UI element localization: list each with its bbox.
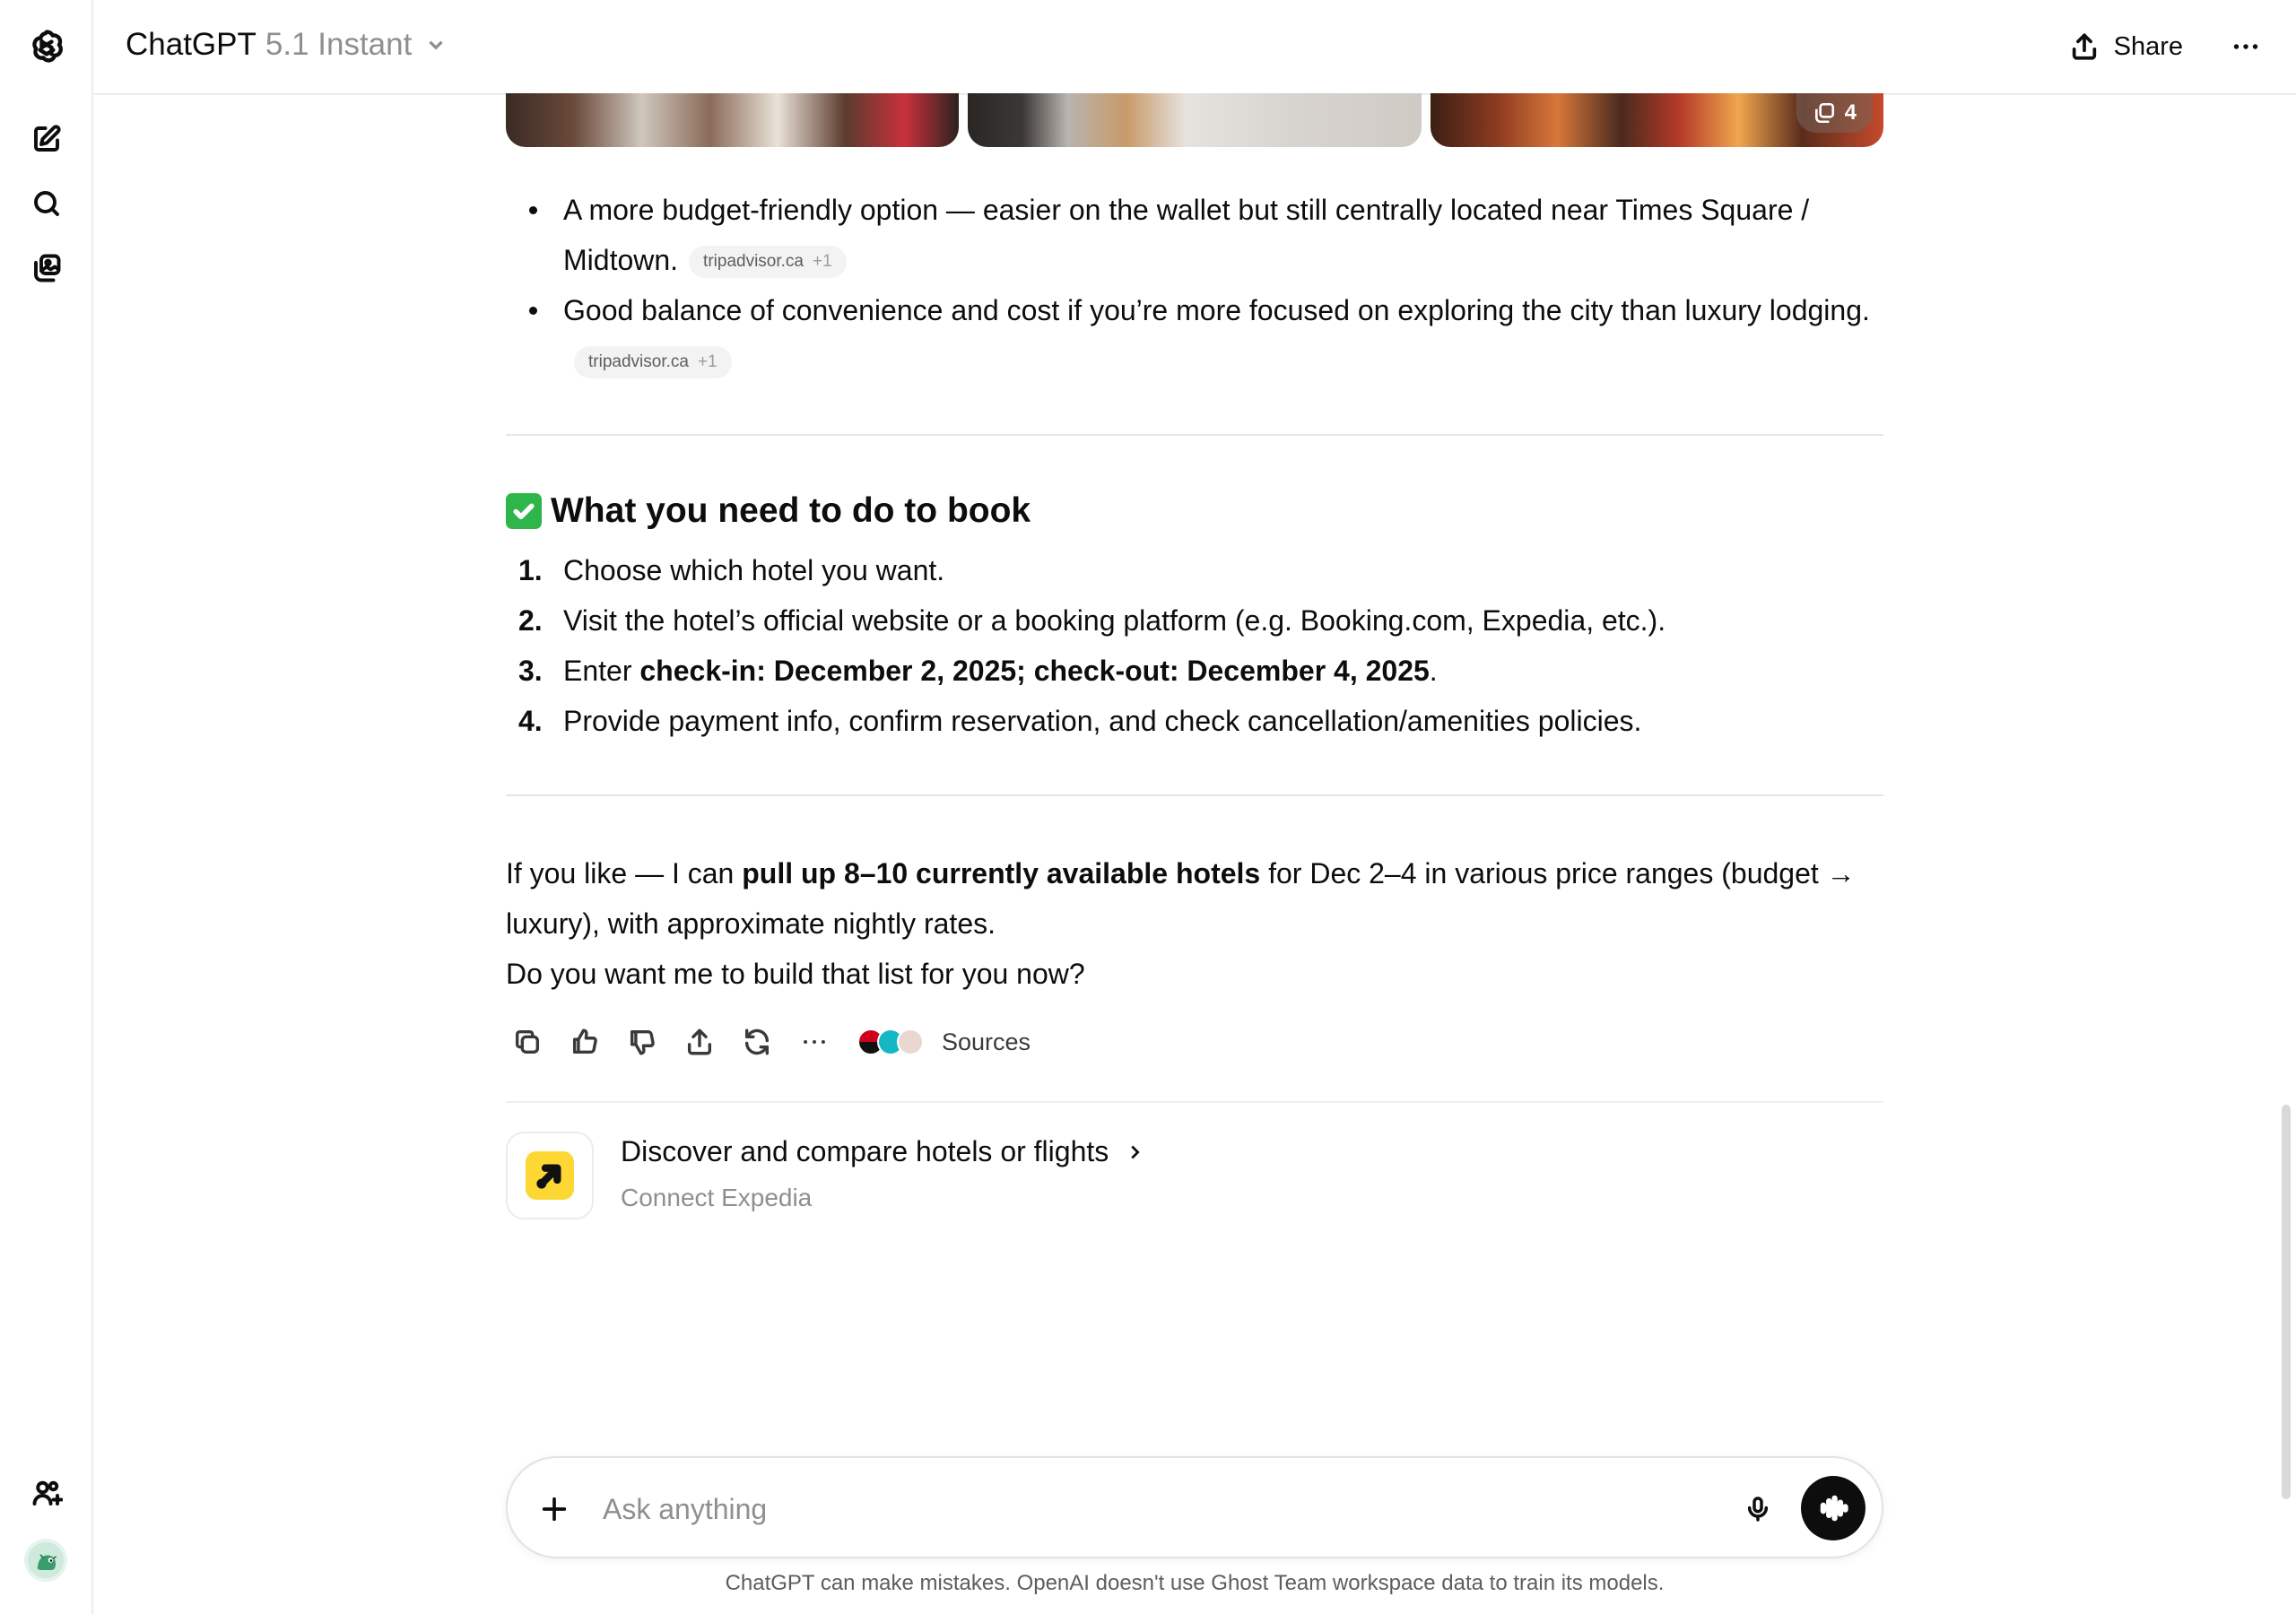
images-library-icon[interactable]: [28, 249, 65, 287]
source-favicon: [897, 1028, 924, 1055]
list-item: 3. Enter check-in: December 2, 2025; che…: [506, 646, 1883, 696]
thumbs-up-icon: [572, 1028, 597, 1054]
more-horizontal-icon: [2233, 44, 2258, 49]
more-images-badge[interactable]: 4: [1796, 93, 1873, 133]
openai-logo-icon[interactable]: [26, 27, 67, 68]
expedia-logo-icon: [506, 1132, 594, 1219]
card-subtitle: Connect Expedia: [621, 1184, 813, 1211]
booking-steps-list: 1. Choose which hotel you want. 2. Visit…: [506, 545, 1883, 746]
top-header: ChatGPT 5.1 Instant Share: [93, 0, 2296, 95]
voice-waveform-icon: [1820, 1495, 1848, 1522]
search-icon[interactable]: [28, 185, 65, 222]
step-text: Visit the hotel’s official website or a …: [563, 604, 1666, 637]
list-item: 2. Visit the hotel’s official website or…: [506, 595, 1883, 646]
step-text-post: .: [1429, 655, 1438, 687]
list-item: 1. Choose which hotel you want.: [506, 545, 1883, 595]
card-title-text: Discover and compare hotels or flights: [621, 1135, 1109, 1167]
step-number: 3.: [518, 655, 543, 687]
followup-paragraph: If you like — I can pull up 8–10 current…: [506, 848, 1883, 949]
scrollbar-thumb[interactable]: [2282, 1105, 2291, 1499]
hotel-image-2[interactable]: [968, 93, 1422, 147]
step-number: 2.: [518, 604, 543, 637]
card-title: Discover and compare hotels or flights: [621, 1135, 1144, 1168]
chevron-down-icon: [429, 40, 443, 50]
section-divider: [506, 794, 1883, 796]
citation-domain: tripadvisor.ca: [588, 352, 689, 371]
step-number: 4.: [518, 705, 543, 737]
citation-domain: tripadvisor.ca: [703, 252, 804, 271]
booking-heading: What you need to do to book: [506, 486, 1031, 536]
section-divider: [506, 434, 1883, 436]
prompt-input[interactable]: [603, 1483, 1679, 1535]
model-selector[interactable]: ChatGPT 5.1 Instant: [126, 27, 448, 63]
citation-pill[interactable]: tripadvisor.ca +1: [689, 246, 847, 278]
step-number: 1.: [518, 554, 543, 586]
more-options-button[interactable]: [2226, 29, 2266, 65]
step-text-bold: check-in: December 2, 2025; check-out: D…: [639, 655, 1430, 687]
check-mark-icon: [506, 493, 542, 529]
model-version: 5.1 Instant: [265, 27, 413, 62]
followup-bold: pull up 8–10 currently available hotels: [742, 857, 1261, 889]
expedia-connect-card[interactable]: Discover and compare hotels or flights C…: [506, 1132, 1187, 1221]
share-label: Share: [2113, 31, 2183, 61]
message-actions: Sources: [506, 1020, 1031, 1063]
sources-label: Sources: [942, 1028, 1031, 1055]
hotel-notes-list: A more budget-friendly option — easier o…: [506, 185, 1883, 386]
list-item: A more budget-friendly option — easier o…: [506, 185, 1883, 285]
images-icon: [1814, 102, 1834, 124]
regenerate-button[interactable]: [735, 1020, 778, 1063]
citation-pill[interactable]: tripadvisor.ca +1: [574, 346, 732, 378]
thumbs-up-button[interactable]: [563, 1020, 606, 1063]
refresh-icon: [744, 1028, 770, 1055]
message-composer: [506, 1456, 1883, 1558]
followup-pre: If you like — I can: [506, 857, 743, 889]
microphone-icon: [1747, 1497, 1769, 1522]
image-count: 4: [1844, 100, 1857, 125]
add-attachment-button[interactable]: [533, 1488, 576, 1531]
more-horizontal-icon: [804, 1040, 825, 1044]
plus-icon: [542, 1497, 567, 1522]
step-text: Choose which hotel you want.: [563, 554, 945, 586]
thumbs-down-icon: [630, 1029, 655, 1055]
hotel-image-3[interactable]: 4: [1430, 93, 1883, 147]
heading-text: What you need to do to book: [551, 491, 1031, 530]
source-favicons: [857, 1028, 924, 1055]
copy-icon: [515, 1029, 540, 1054]
citation-extra: +1: [697, 352, 718, 371]
thumbs-down-button[interactable]: [621, 1020, 664, 1063]
list-item: 4. Provide payment info, confirm reserva…: [506, 696, 1883, 746]
share-icon: [687, 1028, 712, 1055]
more-actions-button[interactable]: [793, 1020, 836, 1063]
bullet-text: Good balance of convenience and cost if …: [563, 294, 1870, 326]
sources-button[interactable]: Sources: [857, 1028, 1031, 1056]
section-divider: [506, 1101, 1883, 1103]
followup-question: Do you want me to build that list for yo…: [506, 958, 1085, 990]
dictate-button[interactable]: [1736, 1488, 1779, 1531]
invite-members-icon[interactable]: [28, 1474, 65, 1512]
list-item: Good balance of convenience and cost if …: [506, 285, 1883, 386]
chevron-right-icon: [1131, 1145, 1140, 1158]
share-button[interactable]: Share: [2069, 25, 2183, 68]
app-name: ChatGPT: [126, 27, 257, 62]
share-message-button[interactable]: [678, 1020, 721, 1063]
image-gallery: 4: [506, 93, 1883, 147]
citation-extra: +1: [813, 252, 832, 271]
disclaimer-text: ChatGPT can make mistakes. OpenAI doesn'…: [725, 1571, 1665, 1595]
hotel-image-1[interactable]: [506, 93, 960, 147]
step-text-pre: Enter: [563, 655, 640, 687]
user-avatar[interactable]: [24, 1539, 67, 1582]
share-icon: [2072, 33, 2096, 60]
sidebar-rail: [0, 0, 93, 1614]
new-chat-icon[interactable]: [28, 120, 65, 158]
voice-mode-button[interactable]: [1801, 1476, 1866, 1540]
step-text: Provide payment info, confirm reservatio…: [563, 705, 1642, 737]
copy-button[interactable]: [506, 1020, 549, 1063]
